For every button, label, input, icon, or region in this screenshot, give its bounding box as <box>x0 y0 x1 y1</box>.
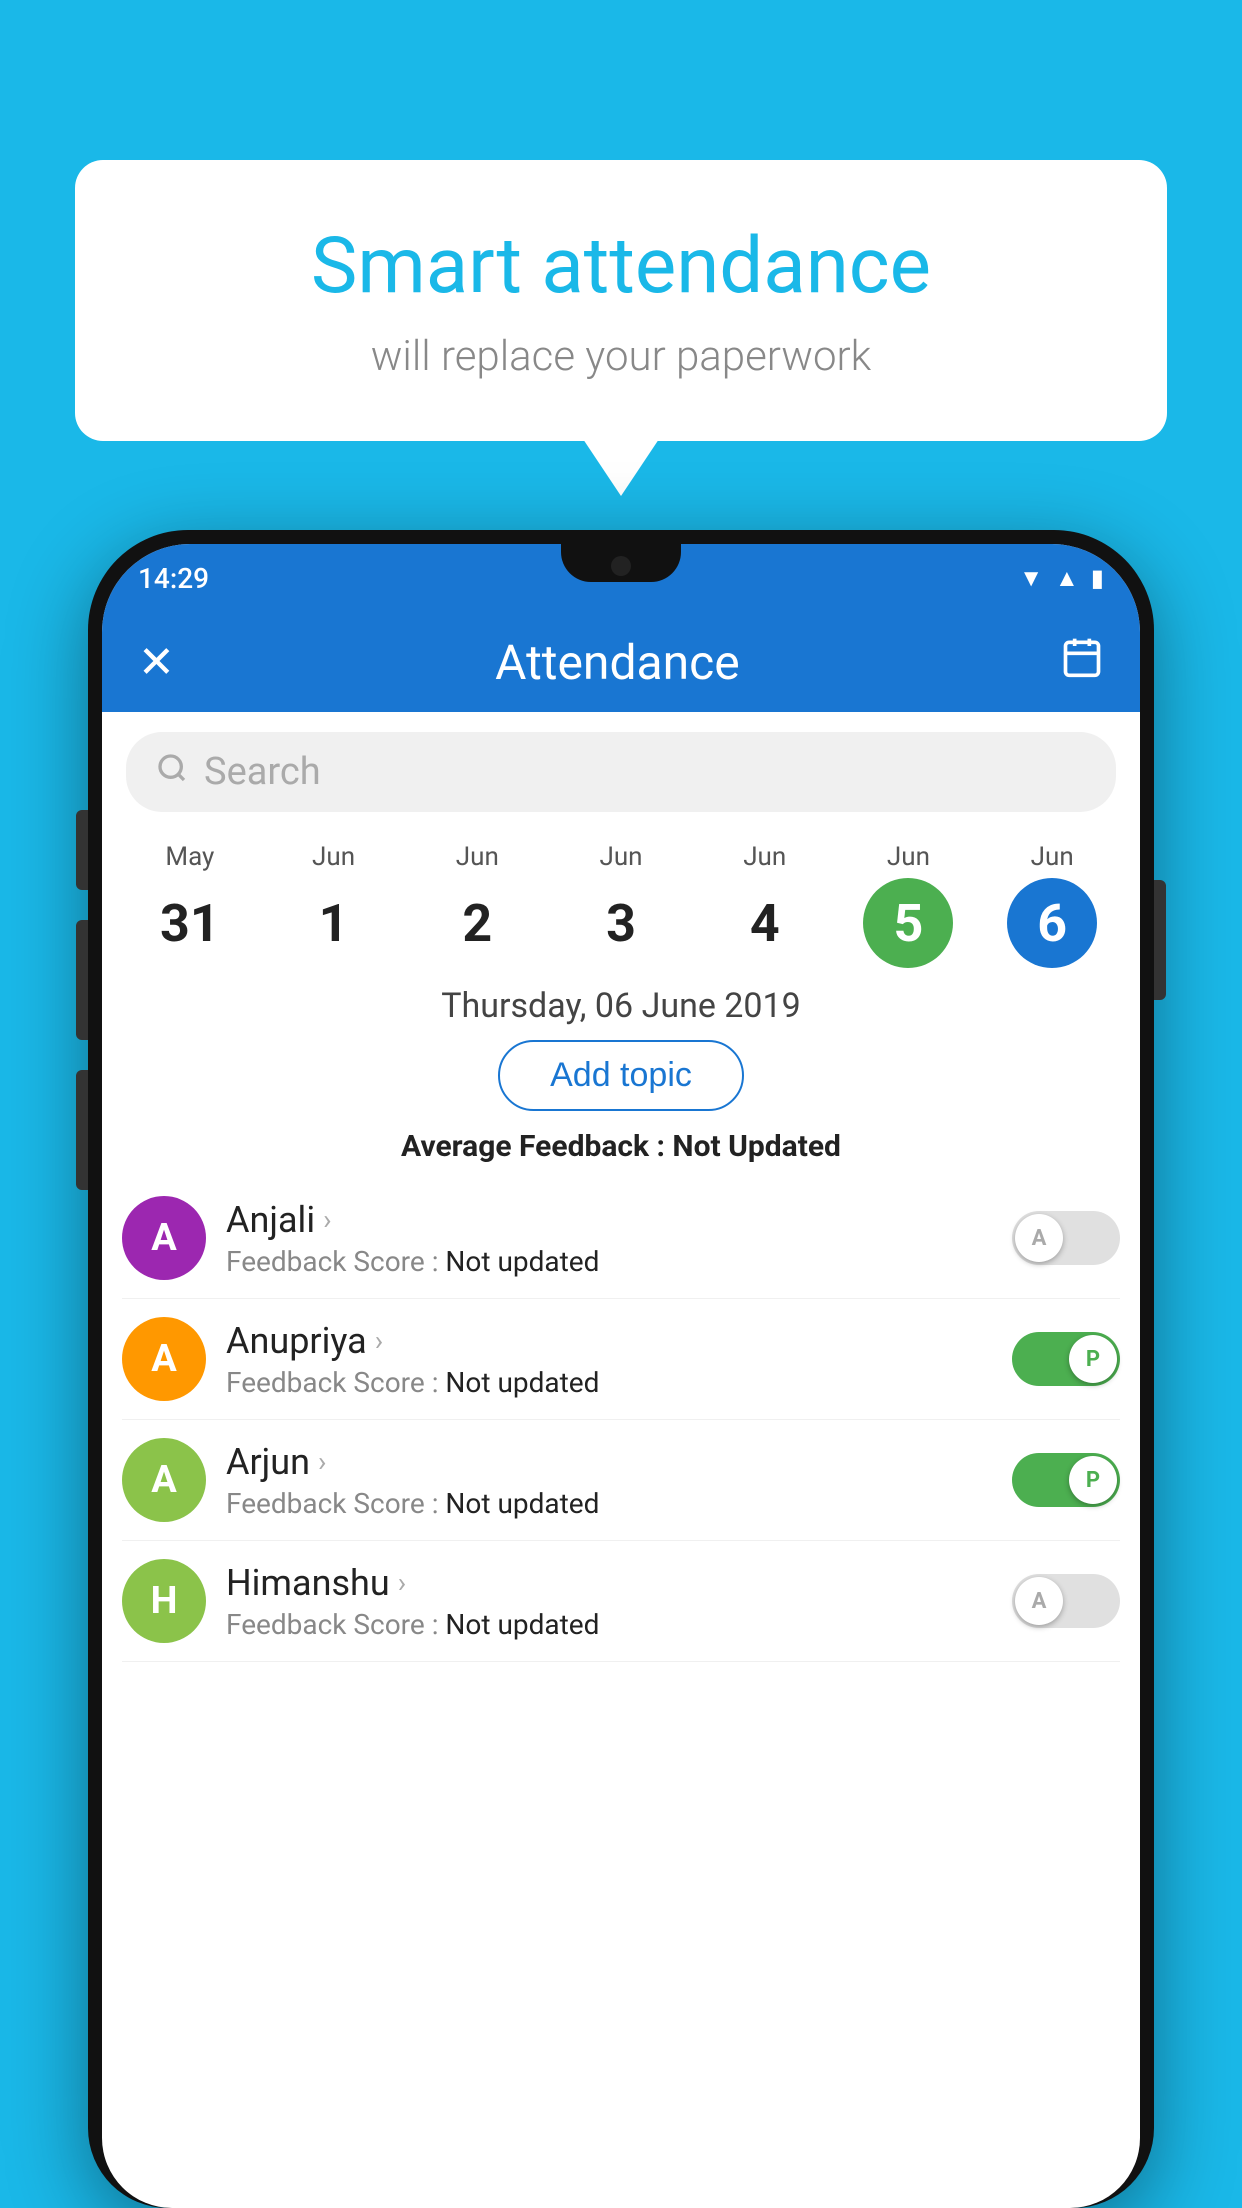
cal-day-4[interactable]: Jun 4 <box>693 842 837 968</box>
search-input[interactable]: Search <box>204 750 321 794</box>
cal-day-31[interactable]: May 31 <box>118 842 262 968</box>
cal-day-2[interactable]: Jun 2 <box>405 842 549 968</box>
avg-feedback-value: Not Updated <box>672 1129 841 1164</box>
status-time: 14:29 <box>138 562 209 595</box>
volume-up-button <box>76 810 88 890</box>
avatar-anjali: A <box>122 1196 206 1280</box>
student-info-arjun: Arjun › Feedback Score : Not updated <box>226 1441 992 1520</box>
close-icon[interactable]: ✕ <box>138 636 175 688</box>
add-topic-button[interactable]: Add topic <box>498 1040 744 1111</box>
student-name-anupriya: Anupriya › <box>226 1320 992 1362</box>
student-info-anupriya: Anupriya › Feedback Score : Not updated <box>226 1320 992 1399</box>
chevron-right-icon: › <box>375 1324 383 1357</box>
student-name-anjali: Anjali › <box>226 1199 992 1241</box>
student-feedback-anupriya: Feedback Score : Not updated <box>226 1366 992 1399</box>
student-list: A Anjali › Feedback Score : Not updated … <box>102 1178 1140 1662</box>
avatar-arjun: A <box>122 1438 206 1522</box>
avg-feedback: Average Feedback : Not Updated <box>102 1129 1140 1164</box>
speech-bubble-title: Smart attendance <box>155 220 1087 314</box>
toggle-anjali[interactable]: A <box>1012 1211 1120 1265</box>
toggle-himanshu[interactable]: A <box>1012 1574 1120 1628</box>
app-bar: ✕ Attendance <box>102 612 1140 712</box>
avatar-anupriya: A <box>122 1317 206 1401</box>
toggle-knob-anupriya: P <box>1069 1335 1117 1383</box>
silent-button <box>76 1070 88 1190</box>
calendar-icon[interactable] <box>1060 635 1104 690</box>
phone-frame: 14:29 ▼ ▲ ▮ ✕ Attendance <box>88 530 1154 2208</box>
app-bar-title: Attendance <box>495 634 740 691</box>
student-item-anjali[interactable]: A Anjali › Feedback Score : Not updated … <box>122 1178 1120 1299</box>
speech-bubble: Smart attendance will replace your paper… <box>75 160 1167 441</box>
speech-bubble-subtitle: will replace your paperwork <box>155 332 1087 381</box>
calendar-row: May 31 Jun 1 Jun 2 Jun 3 Jun 4 Jun 5 <box>102 832 1140 968</box>
cal-day-3[interactable]: Jun 3 <box>549 842 693 968</box>
toggle-arjun[interactable]: P <box>1012 1453 1120 1507</box>
cal-day-1[interactable]: Jun 1 <box>262 842 406 968</box>
student-name-arjun: Arjun › <box>226 1441 992 1483</box>
toggle-anupriya[interactable]: P <box>1012 1332 1120 1386</box>
status-bar: 14:29 ▼ ▲ ▮ <box>102 544 1140 612</box>
power-button <box>1154 880 1166 1000</box>
cal-day-6[interactable]: Jun 6 <box>980 842 1124 968</box>
student-item-anupriya[interactable]: A Anupriya › Feedback Score : Not update… <box>122 1299 1120 1420</box>
volume-down-button <box>76 920 88 1040</box>
student-feedback-anjali: Feedback Score : Not updated <box>226 1245 992 1278</box>
wifi-icon: ▼ <box>1019 564 1043 593</box>
chevron-right-icon: › <box>323 1203 331 1236</box>
student-feedback-himanshu: Feedback Score : Not updated <box>226 1608 992 1641</box>
cal-day-5[interactable]: Jun 5 <box>837 842 981 968</box>
toggle-knob-anjali: A <box>1015 1214 1063 1262</box>
toggle-knob-himanshu: A <box>1015 1577 1063 1625</box>
toggle-knob-arjun: P <box>1069 1456 1117 1504</box>
chevron-right-icon: › <box>318 1445 326 1478</box>
selected-date-label: Thursday, 06 June 2019 <box>102 968 1140 1040</box>
search-icon <box>156 750 188 794</box>
avg-feedback-label: Average Feedback : <box>401 1129 665 1164</box>
student-info-anjali: Anjali › Feedback Score : Not updated <box>226 1199 992 1278</box>
student-feedback-arjun: Feedback Score : Not updated <box>226 1487 992 1520</box>
signal-icon: ▲ <box>1055 564 1079 593</box>
front-camera <box>611 556 631 576</box>
student-item-arjun[interactable]: A Arjun › Feedback Score : Not updated P <box>122 1420 1120 1541</box>
search-bar[interactable]: Search <box>126 732 1116 812</box>
battery-icon: ▮ <box>1091 564 1104 592</box>
phone-screen: 14:29 ▼ ▲ ▮ ✕ Attendance <box>102 544 1140 2208</box>
status-icons: ▼ ▲ ▮ <box>1019 564 1104 593</box>
notch <box>561 544 681 582</box>
student-name-himanshu: Himanshu › <box>226 1562 992 1604</box>
chevron-right-icon: › <box>398 1566 406 1599</box>
student-info-himanshu: Himanshu › Feedback Score : Not updated <box>226 1562 992 1641</box>
student-item-himanshu[interactable]: H Himanshu › Feedback Score : Not update… <box>122 1541 1120 1662</box>
avatar-himanshu: H <box>122 1559 206 1643</box>
